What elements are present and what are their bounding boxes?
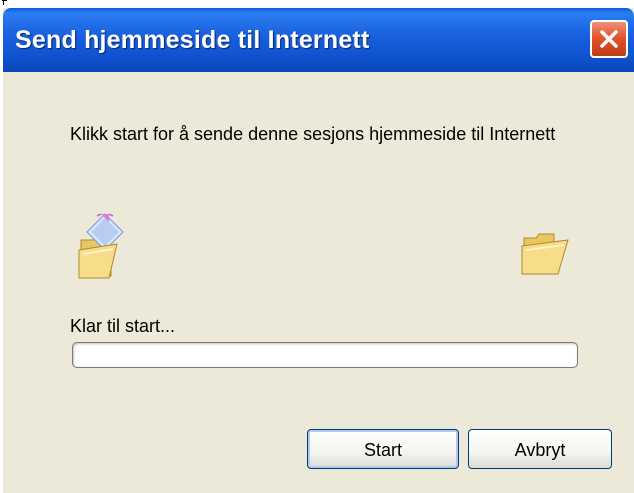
title-bar[interactable]: Send hjemmeside til Internett	[3, 8, 634, 72]
window-title: Send hjemmeside til Internett	[15, 26, 370, 54]
folder-open-icon	[521, 233, 569, 275]
close-button[interactable]	[590, 20, 628, 58]
progress-bar	[72, 342, 578, 368]
start-button[interactable]: Start	[307, 429, 459, 469]
folder-open-with-page-icon	[78, 213, 124, 279]
cancel-button[interactable]: Avbryt	[468, 429, 612, 469]
instruction-text: Klikk start for å sende denne sesjons hj…	[70, 124, 556, 144]
dialog-window: Send hjemmeside til Internett Klikk star…	[3, 8, 634, 493]
corner-mark-icon	[2, 0, 7, 5]
close-icon	[600, 30, 618, 48]
status-label: Klar til start...	[70, 316, 176, 336]
